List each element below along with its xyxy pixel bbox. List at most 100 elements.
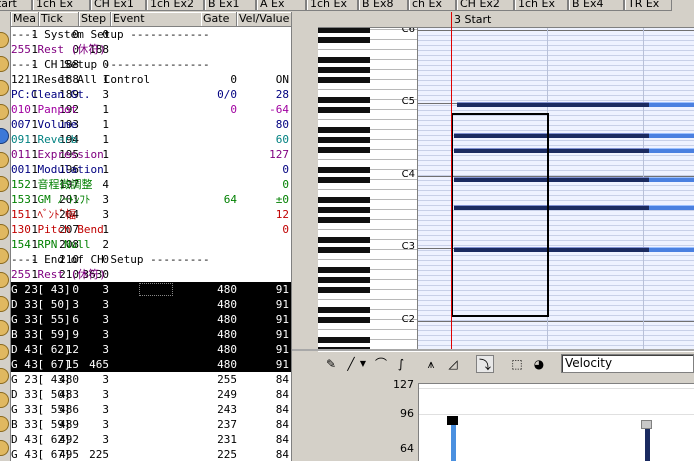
- event-row[interactable]: 3 495 225 G 4 [ 67] 225 84: [11, 447, 291, 461]
- velocity-bar[interactable]: [451, 424, 456, 461]
- black-key[interactable]: [318, 28, 370, 33]
- note-bar[interactable]: [649, 133, 694, 138]
- track-tab[interactable]: B Ex4: [568, 0, 624, 11]
- black-key[interactable]: [318, 37, 370, 43]
- event-row[interactable]: 1 197 4 152 音程微調整 0: [11, 177, 291, 192]
- velocity-handle[interactable]: [641, 420, 652, 429]
- black-key[interactable]: [318, 147, 370, 153]
- velocity-graph[interactable]: [418, 383, 694, 461]
- dropdown-arrow-icon[interactable]: ▼: [358, 355, 368, 373]
- pencil-icon[interactable]: ✎: [322, 355, 340, 373]
- track-button[interactable]: [0, 80, 9, 96]
- eraser-icon[interactable]: ◕: [530, 355, 548, 373]
- col-header-mea[interactable]: Mea: [11, 12, 39, 27]
- black-key[interactable]: [318, 57, 370, 63]
- black-key[interactable]: [318, 237, 370, 243]
- track-button[interactable]: [0, 320, 9, 336]
- track-button[interactable]: [0, 104, 9, 120]
- piano-keyboard[interactable]: C6 C5 C4 C3 C2: [318, 28, 418, 351]
- black-key[interactable]: [318, 337, 370, 343]
- black-key[interactable]: [318, 307, 370, 313]
- event-row[interactable]: 1 192 1 010 Panpot 0 -64: [11, 102, 291, 117]
- selection-box[interactable]: [451, 113, 549, 317]
- note-bar[interactable]: [649, 148, 694, 153]
- event-row[interactable]: 1 210 0 ---- End of CH Setup ---------: [11, 252, 291, 267]
- event-row[interactable]: 3 486 3 G 3 [ 55] 243 84: [11, 402, 291, 417]
- track-button[interactable]: [0, 368, 9, 384]
- black-key[interactable]: [318, 177, 370, 183]
- event-row[interactable]: 3 492 3 D 4 [ 62] 231 84: [11, 432, 291, 447]
- black-key[interactable]: [318, 317, 370, 323]
- black-key[interactable]: [318, 197, 370, 203]
- black-key[interactable]: [318, 107, 370, 113]
- event-row[interactable]: 1 201 3 153 GM ﾉｰﾄｼﾌﾄ 64 ±0: [11, 192, 291, 207]
- track-button[interactable]: [0, 272, 9, 288]
- event-list[interactable]: Mea Tick Step Event Gate Vel/Value 1 0 0 --…: [11, 12, 292, 461]
- note-bar[interactable]: [457, 102, 649, 107]
- track-button[interactable]: [0, 128, 9, 144]
- event-row[interactable]: 1 210 3630 255 Rest (休符): [11, 267, 291, 282]
- event-row[interactable]: 1 189 3 PC:Clean Gt. 0/0 28: [11, 87, 291, 102]
- track-tab[interactable]: TR Ex: [624, 0, 672, 11]
- col-header-vel[interactable]: Vel/Value: [237, 12, 291, 27]
- event-row[interactable]: 3 480 3 G 2 [ 43] 255 84: [11, 372, 291, 387]
- note-bar[interactable]: [649, 247, 694, 252]
- event-row[interactable]: 1 0 188 255 Rest (休符): [11, 42, 291, 57]
- event-row[interactable]: 1 188 0 ---- CH Setup ----------------: [11, 57, 291, 72]
- curve2-icon[interactable]: ∫: [392, 355, 410, 373]
- track-button[interactable]: [0, 224, 9, 240]
- event-row[interactable]: 393B 3 [ 59] 480 91: [11, 327, 291, 342]
- event-row[interactable]: 3 489 3 B 3 [ 59] 237 84: [11, 417, 291, 432]
- black-key[interactable]: [318, 217, 370, 223]
- track-tab[interactable]: 1ch Ex2: [146, 0, 204, 11]
- track-button[interactable]: [0, 440, 9, 456]
- track-button[interactable]: [0, 392, 9, 408]
- event-row[interactable]: 3 483 3 D 3 [ 50] 249 84: [11, 387, 291, 402]
- event-row[interactable]: 1 188 1 121 Reset All Control 0 ON: [11, 72, 291, 87]
- col-header-step[interactable]: Step: [79, 12, 111, 27]
- note-bar[interactable]: [649, 177, 694, 182]
- waveform-icon[interactable]: ⩚: [422, 355, 440, 373]
- track-tab[interactable]: B Ex1: [204, 0, 256, 11]
- black-key[interactable]: [318, 247, 370, 253]
- note-bar[interactable]: [649, 102, 694, 107]
- track-button[interactable]: [0, 176, 9, 192]
- track-tab[interactable]: Start: [0, 0, 32, 11]
- control-type-select[interactable]: Velocity: [561, 354, 694, 373]
- black-key[interactable]: [318, 97, 370, 103]
- snap-icon[interactable]: ⤵: [476, 355, 494, 373]
- track-tab[interactable]: A Ex: [256, 0, 306, 11]
- track-tab[interactable]: CH Ex2: [456, 0, 514, 11]
- select-box-icon[interactable]: ⬚: [508, 355, 526, 373]
- track-button[interactable]: [0, 344, 9, 360]
- black-key[interactable]: [318, 167, 370, 173]
- event-row[interactable]: 1 208 2 154 RPN Null: [11, 237, 291, 252]
- event-row[interactable]: 363G 3 [ 55] 480 91: [11, 312, 291, 327]
- track-tab[interactable]: 1ch Ex: [514, 0, 568, 11]
- track-tab[interactable]: B Ex8: [358, 0, 408, 11]
- black-key[interactable]: [318, 137, 370, 143]
- velocity-bar[interactable]: [645, 428, 650, 461]
- col-header-tick[interactable]: Tick: [39, 12, 79, 27]
- track-button[interactable]: [0, 248, 9, 264]
- track-button[interactable]: [0, 200, 9, 216]
- event-row[interactable]: 303G 2 [ 43] 480 91: [11, 282, 291, 297]
- event-row[interactable]: 1 193 1 007 Volume 80: [11, 117, 291, 132]
- black-key[interactable]: [318, 287, 370, 293]
- track-button[interactable]: [0, 152, 9, 168]
- black-key[interactable]: [318, 267, 370, 273]
- track-button[interactable]: [0, 296, 9, 312]
- event-row[interactable]: 1 207 1 130 Pitch Bend 0: [11, 222, 291, 237]
- event-row[interactable]: 1 195 1 011 Expression 127: [11, 147, 291, 162]
- measure-ruler[interactable]: 3 Start: [318, 12, 694, 28]
- black-key[interactable]: [318, 67, 370, 73]
- track-tab[interactable]: 1ch Ex: [306, 0, 358, 11]
- event-row[interactable]: 1 204 3 151 ﾍﾞﾝﾄﾞ幅 12: [11, 207, 291, 222]
- event-row[interactable]: 1 0 0 ---- System Setup ------------: [11, 27, 291, 42]
- velocity-handle[interactable]: [447, 416, 458, 425]
- event-row[interactable]: 3 15 465 G 4 [ 67] 480 91: [11, 357, 291, 372]
- track-tab[interactable]: CH Ex1: [90, 0, 146, 11]
- track-tab[interactable]: ch Ex: [408, 0, 456, 11]
- ramp-icon[interactable]: ◿: [444, 355, 462, 373]
- event-row[interactable]: 3 12 3 D 4 [ 62] 480 91: [11, 342, 291, 357]
